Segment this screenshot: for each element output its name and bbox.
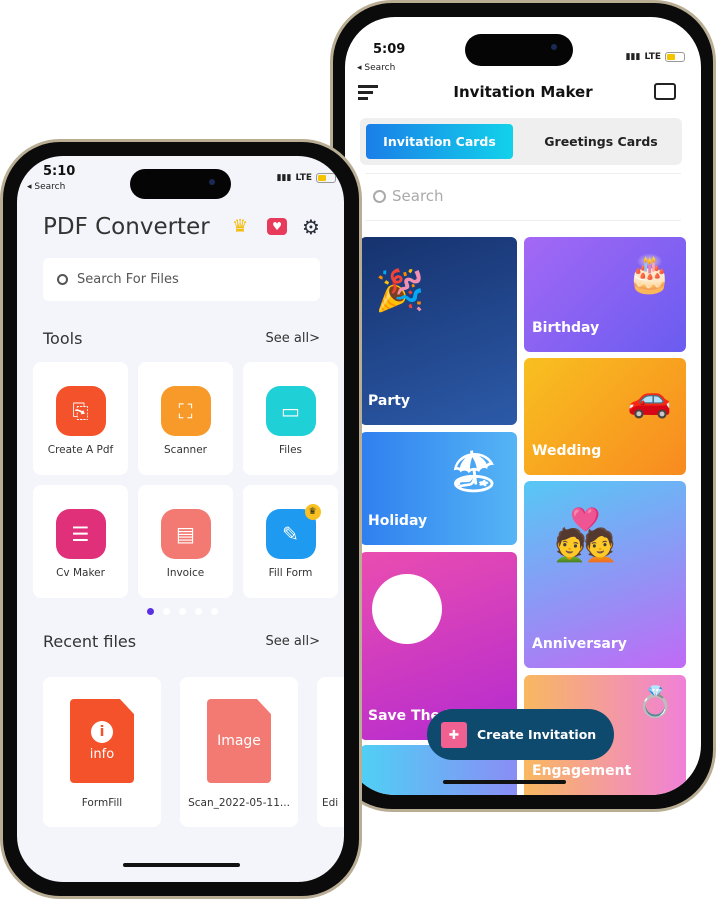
envelope-plus-icon: ✚ <box>441 721 467 748</box>
scan-icon: ⛶ <box>160 386 211 436</box>
couple-icon: 💑 <box>554 506 617 564</box>
search-placeholder: Search For Files <box>77 272 179 287</box>
pager-dots <box>147 608 218 615</box>
invitation-screen: 5:09 ◂ Search ▮▮▮ LTE Invitation Maker In… <box>345 17 701 795</box>
status-indicators: ▮▮▮ LTE <box>626 52 685 62</box>
info-file-thumbnail: i info <box>70 699 134 783</box>
create-invitation-label: Create Invitation <box>477 727 597 742</box>
tool-invoice[interactable]: ▤ Invoice <box>138 485 233 598</box>
gear-icon[interactable]: ⚙ <box>302 215 320 239</box>
pdf-add-icon: ⎘ <box>55 386 106 436</box>
network-label: LTE <box>295 173 312 183</box>
card-holiday[interactable]: Holiday 🏖 <box>360 432 517 545</box>
recent-files-heading: Recent files <box>43 632 137 651</box>
party-popper-icon: 🎉 <box>375 268 425 314</box>
wedding-car-icon: 🚗 <box>627 379 672 420</box>
search-field[interactable]: Search <box>373 187 444 205</box>
page-title: PDF Converter <box>43 214 210 240</box>
image-file-thumbnail: Image <box>207 699 271 783</box>
recent-see-all-link[interactable]: See all> <box>266 634 320 649</box>
divider <box>365 173 681 174</box>
search-icon <box>373 189 386 203</box>
card-anniversary[interactable]: Anniversary 💑 <box>524 481 686 668</box>
tool-cv-maker[interactable]: ☰ Cv Maker <box>33 485 128 598</box>
pager-dot[interactable] <box>163 608 170 615</box>
search-input[interactable]: Search For Files <box>43 258 320 301</box>
save-the-date-badge <box>372 574 442 644</box>
status-indicators: ▮▮▮ LTE <box>277 173 336 183</box>
heart-chat-icon[interactable]: ♥ <box>267 218 287 235</box>
tool-fill-form[interactable]: ✎ ♛ Fill Form <box>243 485 338 598</box>
battery-icon <box>665 52 685 62</box>
network-label: LTE <box>644 52 661 62</box>
tab-bar: Invitation Cards Greetings Cards <box>360 118 682 165</box>
crown-icon[interactable]: ♛ <box>232 216 248 237</box>
pager-dot[interactable] <box>195 608 202 615</box>
cake-icon: 🎂 <box>627 254 672 295</box>
recent-file[interactable]: Image Scan_2022-05-11... <box>180 677 298 827</box>
back-to-search-link[interactable]: ◂ Search <box>27 182 65 192</box>
invoice-icon: ▤ <box>160 509 211 559</box>
home-indicator <box>123 863 240 867</box>
card-birthday[interactable]: Birthday 🎂 <box>524 237 686 352</box>
info-icon: i <box>91 720 113 743</box>
pager-dot[interactable] <box>179 608 186 615</box>
pager-dot[interactable] <box>211 608 218 615</box>
tab-greetings-cards[interactable]: Greetings Cards <box>520 124 682 159</box>
tool-create-pdf[interactable]: ⎘ Create A Pdf <box>33 362 128 475</box>
rings-icon: 💍 <box>636 685 674 720</box>
recent-file[interactable]: Edi <box>317 677 344 827</box>
folder-icon[interactable] <box>654 83 676 100</box>
status-time: 5:09 <box>373 42 406 57</box>
back-to-search-link[interactable]: ◂ Search <box>357 63 395 73</box>
signal-icon: ▮▮▮ <box>625 52 641 62</box>
premium-crown-badge: ♛ <box>304 504 321 520</box>
tab-invitation-cards[interactable]: Invitation Cards <box>366 124 513 159</box>
tools-see-all-link[interactable]: See all> <box>266 331 320 346</box>
tool-scanner[interactable]: ⛶ Scanner <box>138 362 233 475</box>
pager-dot-active[interactable] <box>147 608 154 615</box>
tools-heading: Tools <box>43 329 83 348</box>
search-placeholder: Search <box>392 187 444 205</box>
document-icon: ☰ <box>55 509 106 559</box>
create-invitation-button[interactable]: ✚ Create Invitation <box>427 709 614 760</box>
battery-icon <box>316 173 336 183</box>
divider <box>365 220 681 221</box>
card-wedding[interactable]: Wedding 🚗 <box>524 358 686 475</box>
form-edit-icon: ✎ ♛ <box>265 504 321 559</box>
card-party[interactable]: Party 🎉 <box>360 237 517 425</box>
recent-file[interactable]: i info FormFill <box>43 677 161 827</box>
home-indicator <box>443 780 566 784</box>
search-icon <box>57 274 68 285</box>
dynamic-island <box>465 34 573 66</box>
pdf-screen: 5:10 ◂ Search ▮▮▮ LTE PDF Converter ♛ ♥ ⚙… <box>17 156 344 882</box>
dynamic-island <box>130 169 231 199</box>
folder-icon: ▭ <box>265 386 316 436</box>
pool-float-icon: 🏖 <box>448 449 499 495</box>
status-time: 5:10 <box>43 164 76 179</box>
app-title: Invitation Maker <box>453 83 593 101</box>
signal-icon: ▮▮▮ <box>276 173 292 183</box>
tool-files[interactable]: ▭ Files <box>243 362 338 475</box>
